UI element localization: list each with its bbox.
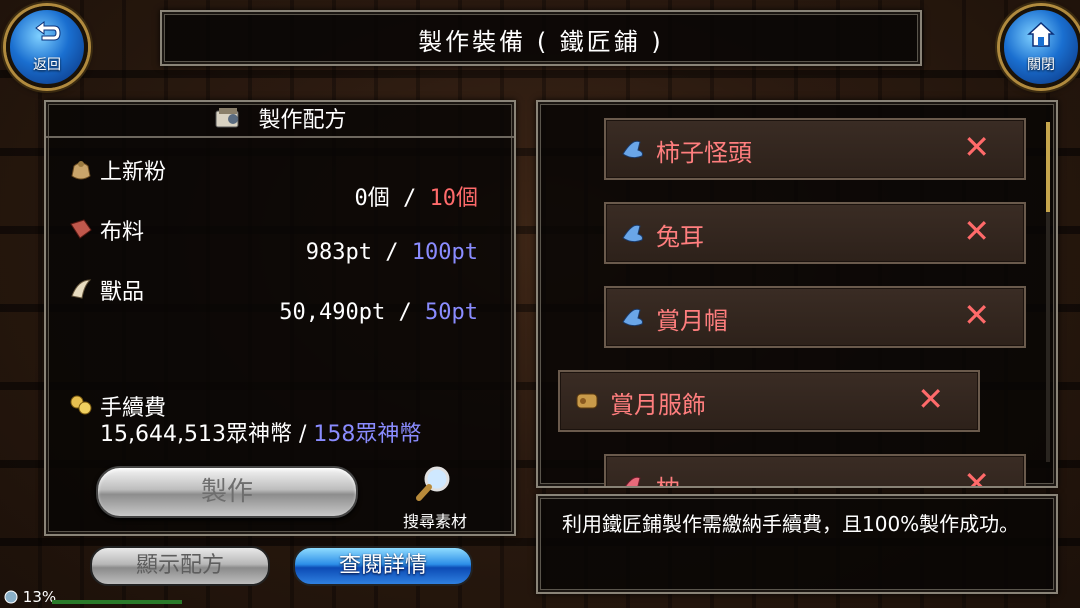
hat-icon	[622, 224, 643, 243]
material-name: 上新粉	[100, 160, 167, 185]
hat-icon	[622, 308, 643, 327]
recipe-name: 柿子怪頭	[656, 139, 752, 167]
info-box: 利用鐵匠鋪製作需繳納手續費，且100%製作成功。	[536, 494, 1058, 594]
recipe-panel-header: 製作配方	[46, 102, 514, 138]
close-label: 關閉	[1027, 57, 1055, 73]
magnifier-icon	[416, 466, 450, 501]
material-owned: 50,490pt	[279, 300, 386, 325]
close-icon[interactable]: ✕	[917, 380, 944, 418]
material-name: 獸品	[100, 280, 145, 305]
coins-icon	[70, 395, 92, 415]
quantity-separator: /	[398, 300, 412, 325]
material-quantity: 50,490pt / 50pt	[279, 300, 478, 325]
recipe-list-panel: 柿子怪頭 ✕ 兔耳 ✕ 賞月帽 ✕ 賞月服飾 ✕ 枕 ✕	[536, 100, 1058, 488]
recipe-list-item[interactable]: 柿子怪頭 ✕	[604, 118, 1026, 180]
material-required: 50pt	[425, 300, 478, 325]
view-details-button[interactable]: 查閱詳情	[293, 546, 473, 586]
home-icon	[1027, 21, 1055, 47]
title-bar: 製作裝備 ( 鐵匠鋪 )	[160, 10, 922, 66]
status-indicator: 13%	[4, 588, 56, 606]
pouch-icon	[71, 161, 91, 180]
outfit-icon	[576, 393, 598, 409]
recipe-name: 賞月帽	[656, 307, 728, 335]
close-icon[interactable]: ✕	[963, 296, 990, 334]
quantity-separator: /	[385, 240, 399, 265]
quantity-separator: /	[403, 186, 417, 211]
material-quantity: 983pt / 100pt	[306, 240, 478, 265]
recipe-book-icon	[215, 108, 239, 128]
scrollbar-thumb[interactable]	[1046, 122, 1050, 212]
hat-icon	[625, 476, 641, 486]
fang-icon	[71, 279, 92, 299]
material-owned: 0個	[354, 186, 390, 211]
recipe-panel-title: 製作配方	[258, 108, 347, 133]
status-bar	[52, 600, 182, 604]
recipe-name: 兔耳	[656, 223, 704, 251]
page-title: 製作裝備 ( 鐵匠鋪 )	[418, 28, 664, 56]
quantity-separator: /	[298, 422, 307, 447]
cloth-icon	[70, 219, 92, 239]
recipe-list-item[interactable]: 兔耳 ✕	[604, 202, 1026, 264]
back-arrow-icon	[35, 21, 61, 41]
back-label: 返回	[33, 57, 61, 73]
recipe-panel: 製作配方 上新粉 0個 / 10個 布料 983pt / 100pt 獸品 50…	[44, 100, 516, 536]
material-required: 100pt	[411, 240, 478, 265]
recipe-name: 賞月服飾	[610, 391, 706, 419]
show-recipe-button[interactable]: 顯示配方	[90, 546, 270, 586]
material-owned: 983pt	[305, 240, 373, 265]
recipe-name: 枕	[656, 469, 680, 486]
craft-button[interactable]: 製作	[96, 466, 358, 518]
recipe-list-item[interactable]: 賞月服飾 ✕	[558, 370, 980, 432]
info-text: 利用鐵匠鋪製作需繳納手續費，且100%製作成功。	[562, 512, 1020, 536]
close-icon[interactable]: ✕	[963, 128, 990, 166]
back-button[interactable]: 返回	[6, 6, 88, 88]
material-name: 布料	[100, 220, 145, 245]
material-required: 10個	[429, 186, 479, 211]
fee-owned: 15,644,513眾神幣	[100, 422, 292, 447]
recipe-list-item[interactable]: 枕 ✕	[604, 454, 1026, 486]
fee-quantity: 15,644,513眾神幣 / 158眾神幣	[100, 416, 421, 448]
close-button[interactable]: 關閉	[1000, 6, 1080, 88]
recipe-list-item[interactable]: 賞月帽 ✕	[604, 286, 1026, 348]
close-icon[interactable]: ✕	[963, 212, 990, 250]
search-materials-label: 搜尋素材	[402, 512, 467, 531]
hat-icon	[622, 140, 643, 159]
fee-required: 158眾神幣	[313, 422, 422, 447]
close-icon[interactable]: ✕	[963, 464, 990, 486]
material-quantity: 0個 / 10個	[355, 180, 479, 212]
search-materials-button[interactable]: 搜尋素材	[390, 464, 480, 532]
orb-icon	[4, 590, 18, 604]
